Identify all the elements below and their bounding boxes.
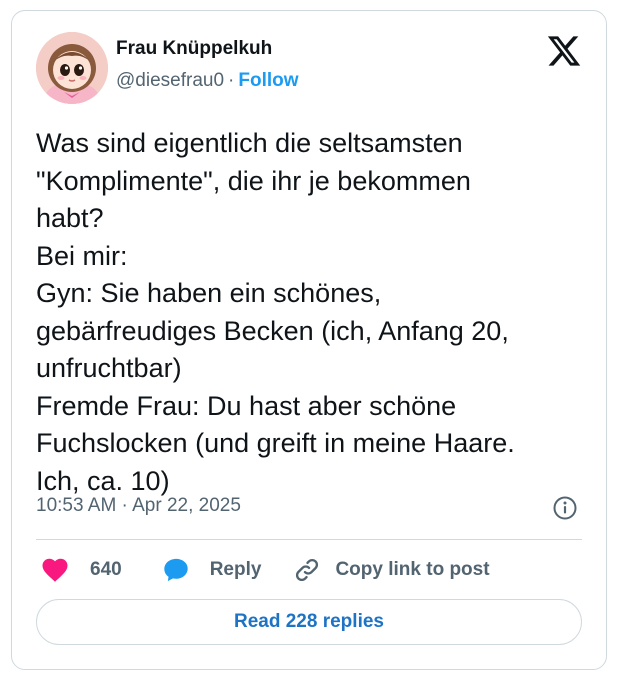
tweet-card: Frau Knüppelkuh @diesefrau0 · Follow Was s… [11,10,607,670]
divider [36,539,582,540]
tweet-timestamp[interactable]: 10:53 AM · Apr 22, 2025 [36,495,241,517]
tweet-text-line: Bei mir: [36,240,128,271]
tweet-text-line: gebärfreudiges Becken (ich, Anfang 20, [36,315,509,346]
reply-button[interactable]: Reply [162,556,262,584]
tweet-text-line: Fremde Frau: Du hast aber schöne [36,390,457,421]
like-button[interactable]: 640 [36,555,122,585]
reply-label: Reply [209,559,262,580]
link-icon [296,558,319,582]
copy-link-label: Copy link to post [335,559,490,580]
like-count: 640 [90,559,122,580]
tweet-text-line: habt? [36,203,104,233]
reply-bubble-icon [164,558,188,582]
follow-button[interactable]: Follow [238,70,298,91]
heart-icon [42,558,68,582]
info-icon[interactable] [552,495,578,521]
x-logo-icon[interactable] [546,33,582,69]
read-replies-button[interactable]: Read 228 replies [36,599,582,645]
handle-separator: · [228,70,235,91]
author-handle[interactable]: @diesefrau0 [116,70,224,91]
tweet-text-line: Was sind eigentlich die seltsamsten [36,128,463,158]
tweet-text-line: Fuchslocken (und greift in meine Haare. [36,428,515,458]
author-name[interactable]: Frau Knüppelkuh [116,38,272,60]
tweet-text-line: Gyn: Sie haben ein schönes, [36,278,382,308]
tweet-text-line: unfruchtbar) [36,353,182,383]
avatar-image [36,32,108,104]
avatar[interactable] [36,32,108,104]
action-bar: 640 Reply Copy link to post [36,554,490,586]
copy-link-button[interactable]: Copy link to post [293,556,490,584]
tweet-text-line: "Komplimente", die ihr je bekommen [36,165,471,196]
tweet-text: Was sind eigentlich die seltsamsten "Kom… [36,125,592,500]
author-handle-line: @diesefrau0 · Follow [116,70,299,92]
